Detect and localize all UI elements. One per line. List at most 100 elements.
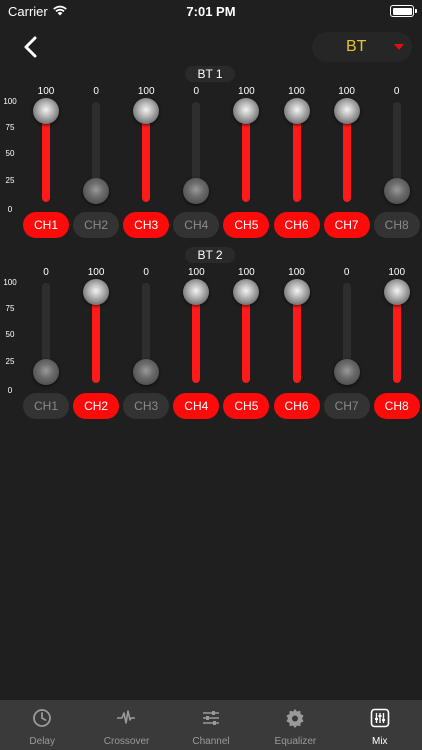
slider-knob[interactable] [183,178,210,204]
channel-1: 100 CH1 [23,66,69,246]
axis-label: 25 [5,176,15,185]
slider-knob[interactable] [283,98,310,124]
tab-crossover[interactable]: Crossover [84,700,168,750]
tab-bar: Delay Crossover Channel Equalizer Mix [0,700,422,750]
slider-knob[interactable] [33,98,59,124]
channel-value: 0 [143,267,149,278]
sliders-icon [202,711,219,725]
tab-delay[interactable]: Delay [0,700,84,750]
channel-5: 100 CH5 [223,66,270,246]
channel-6: 100 CH6 [273,66,320,246]
source-value: BT [346,38,367,55]
channel-value: 100 [238,267,255,278]
channel-2: 0 CH2 [73,66,120,246]
slider-knob[interactable] [83,279,110,305]
axis-label: 100 [3,278,17,287]
channel-toggle-button[interactable]: CH3 [123,393,170,419]
channel-toggle-button[interactable]: CH1 [23,393,69,419]
slider-knob[interactable] [133,359,160,385]
slider-knob[interactable] [283,279,310,305]
channel-7: 100 CH7 [323,66,370,246]
mixer-icon [370,708,389,728]
channel-1: 0 CH1 [23,247,69,427]
tab-label: Mix [372,736,388,747]
channel-value: 0 [93,86,99,97]
tab-label: Equalizer [274,736,317,747]
status-bar: Carrier 7:01 PM [0,0,422,24]
channel-toggle-button[interactable]: CH2 [73,212,120,238]
channel-value: 0 [193,86,200,97]
channel-toggle-button[interactable]: CH3 [123,212,170,238]
channel-toggle-button[interactable]: CH1 [23,212,69,238]
channel-value: 0 [343,267,350,278]
channel-4: 0 CH4 [173,66,220,246]
channel-8: 100 CH8 [373,247,420,427]
channel-4: 100 CH4 [173,247,220,427]
channel-toggle-button[interactable]: CH5 [223,393,270,419]
channel-value: 100 [37,86,55,97]
channel-value: 100 [238,86,255,97]
axis-label: 75 [5,304,15,313]
tab-label: Delay [29,736,55,747]
mix-group-bt1: BT 1 100 75 50 25 0 100 CH1 0 CH2 100 CH3 0 CH4… [0,66,422,246]
channel-6: 100 CH6 [273,247,320,427]
channel-3: 0 CH3 [123,247,170,427]
channel-toggle-button[interactable]: CH4 [173,393,220,419]
battery-icon [390,5,417,17]
slider-knob[interactable] [233,98,260,124]
mix-group-bt2: BT 2 100 75 50 25 0 0 CH1 100 CH2 0 CH3 100 CH4… [0,247,422,427]
channel-toggle-button[interactable]: CH5 [223,212,270,238]
tab-label: Channel [192,736,230,747]
channel-toggle-button[interactable]: CH6 [273,393,320,419]
slider-knob[interactable] [133,98,160,124]
channel-toggle-button[interactable]: CH7 [323,212,370,238]
axis-label: 0 [7,205,13,214]
slider-knob[interactable] [333,98,360,124]
slider-knob[interactable] [83,178,110,204]
slider-knob[interactable] [383,279,410,305]
channel-5: 100 CH5 [223,247,270,427]
dropdown-arrow-icon [394,44,404,50]
channel-toggle-button[interactable]: CH2 [73,393,120,419]
clock-icon [33,709,51,727]
channel-toggle-button[interactable]: CH8 [373,393,420,419]
gear-icon [286,709,304,728]
clock-time: 7:01 PM [186,4,236,19]
waveform-icon [117,710,136,724]
channel-value: 0 [43,267,49,278]
tab-label: Crossover [103,736,150,747]
channel-value: 0 [393,86,400,97]
channel-value: 100 [338,86,355,97]
channel-8: 0 CH8 [373,66,420,246]
tab-mix[interactable]: Mix [338,700,422,750]
channel-toggle-button[interactable]: CH4 [173,212,220,238]
channel-value: 100 [87,267,105,278]
channel-2: 100 CH2 [73,247,120,427]
channel-value: 100 [388,267,406,278]
channel-toggle-button[interactable]: CH8 [373,212,420,238]
axis-label: 100 [3,97,17,106]
channel-toggle-button[interactable]: CH6 [273,212,320,238]
axis-label: 50 [5,149,15,158]
channel-3: 100 CH3 [123,66,170,246]
channel-value: 100 [187,267,205,278]
slider-knob[interactable] [383,178,410,204]
slider-knob[interactable] [183,279,210,305]
axis-label: 0 [7,386,13,395]
channel-7: 0 CH7 [323,247,370,427]
slider-knob[interactable] [33,359,59,385]
back-chevron-icon [24,36,37,58]
channel-value: 100 [288,86,305,97]
channel-value: 100 [288,267,305,278]
channel-value: 100 [137,86,155,97]
source-select[interactable]: BT [312,32,412,62]
channel-toggle-button[interactable]: CH7 [323,393,370,419]
tab-equalizer[interactable]: Equalizer [253,700,337,750]
axis-label: 75 [5,123,15,132]
tab-channel[interactable]: Channel [169,700,253,750]
slider-knob[interactable] [233,279,260,305]
axis-label: 50 [5,330,15,339]
slider-knob[interactable] [333,359,360,385]
back-button[interactable] [18,34,44,60]
axis-label: 25 [5,357,15,366]
